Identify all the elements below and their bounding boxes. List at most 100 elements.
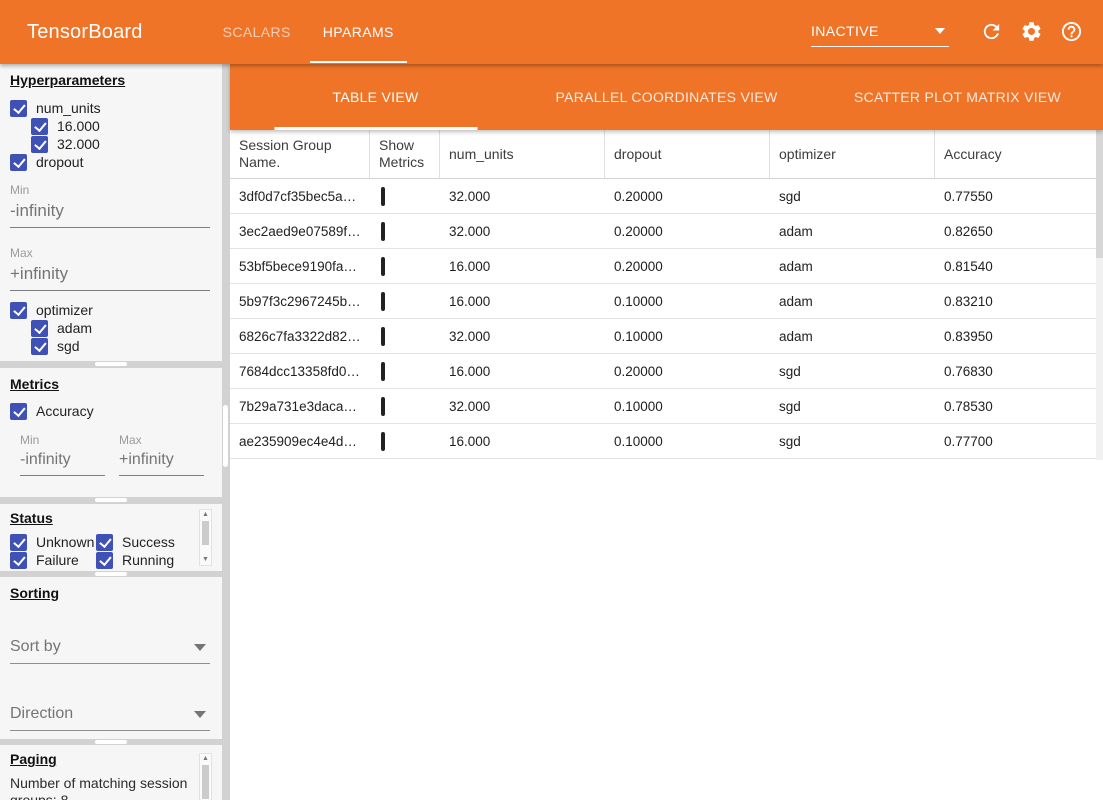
show-metrics-checkbox[interactable]	[381, 432, 385, 451]
session-group-name: 53bf5bece9190fa…	[230, 259, 370, 274]
status-failure: Failure	[10, 551, 96, 569]
col-accuracy: Accuracy	[935, 130, 1103, 178]
col-num-units: num_units	[440, 130, 605, 178]
hyperparameters-panel: Hyperparameters num_units 16.000 32.000 …	[0, 64, 222, 361]
show-metrics-checkbox[interactable]	[381, 257, 385, 276]
dropout-checkbox[interactable]	[10, 154, 27, 171]
running-checkbox[interactable]	[96, 552, 113, 569]
table-scrollbar[interactable]	[1096, 130, 1103, 460]
value-32-checkbox[interactable]	[31, 136, 48, 153]
resize-handle-icon	[223, 405, 228, 467]
show-metrics-checkbox[interactable]	[381, 222, 385, 241]
chevron-down-icon	[935, 28, 945, 34]
dropout-max-input[interactable]	[10, 262, 210, 291]
help-icon	[1060, 31, 1083, 46]
tab-hparams[interactable]: HPARAMS	[310, 0, 407, 64]
dropout-value: 0.20000	[605, 259, 770, 274]
table-row: 3df0d7cf35bec5a… 32.000 0.20000 sgd 0.77…	[230, 179, 1103, 214]
settings-button[interactable]	[1019, 20, 1043, 44]
dropout-min-input[interactable]	[10, 199, 210, 228]
tab-table-view[interactable]: TABLE VIEW	[230, 64, 521, 130]
sidebar-resize-divider[interactable]	[222, 64, 230, 800]
sorting-panel: Sorting Sort by Direction	[0, 577, 222, 739]
show-metrics-checkbox[interactable]	[381, 397, 385, 416]
col-session-group-name: Session Group Name.	[230, 130, 370, 178]
hparam-value-adam: adam	[31, 319, 212, 337]
resize-handle-icon	[95, 362, 127, 366]
panel-resize-divider[interactable]	[0, 497, 222, 504]
session-group-name: 3ec2aed9e07589f…	[230, 224, 370, 239]
success-checkbox[interactable]	[96, 534, 113, 551]
tab-parallel-coordinates-view[interactable]: PARALLEL COORDINATES VIEW	[521, 64, 812, 130]
scroll-thumb[interactable]	[202, 765, 209, 799]
status-success: Success	[96, 533, 212, 551]
accuracy-max-input[interactable]	[119, 449, 204, 476]
dropout-value: 0.20000	[605, 224, 770, 239]
scroll-up-icon[interactable]: ▲	[200, 754, 211, 764]
metrics-panel: Metrics Accuracy Min Max	[0, 368, 222, 497]
show-metrics-checkbox[interactable]	[381, 362, 385, 381]
status-unknown: Unknown	[10, 533, 96, 551]
scroll-thumb[interactable]	[202, 521, 209, 545]
paging-heading: Paging	[10, 751, 212, 767]
optimizer-value: sgd	[770, 189, 935, 204]
failure-checkbox[interactable]	[10, 552, 27, 569]
unknown-checkbox[interactable]	[10, 534, 27, 551]
optimizer-checkbox[interactable]	[10, 302, 27, 319]
direction-dropdown[interactable]: Direction	[10, 705, 210, 731]
paging-scrollbar[interactable]: ▲	[199, 753, 212, 800]
col-optimizer: optimizer	[770, 130, 935, 178]
table-row: ae235909ec4e4d… 16.000 0.10000 sgd 0.777…	[230, 424, 1103, 459]
metric-accuracy: Accuracy	[10, 402, 212, 420]
accuracy-value: 0.83950	[935, 329, 1103, 344]
paging-panel: Paging Number of matching session groups…	[0, 745, 222, 800]
scroll-down-icon[interactable]: ▼	[200, 555, 211, 565]
dashboard-tabs: SCALARS HPARAMS	[207, 0, 410, 64]
accuracy-value: 0.82650	[935, 224, 1103, 239]
resize-handle-icon	[95, 572, 127, 576]
session-group-name: 7b29a731e3daca…	[230, 399, 370, 414]
app-title: TensorBoard	[27, 21, 143, 44]
tab-scalars[interactable]: SCALARS	[210, 0, 304, 64]
num-units-value: 16.000	[440, 294, 605, 309]
accuracy-value: 0.83210	[935, 294, 1103, 309]
hparam-num-units: num_units	[10, 99, 212, 117]
table-row: 3ec2aed9e07589f… 32.000 0.20000 adam 0.8…	[230, 214, 1103, 249]
scroll-up-icon[interactable]: ▲	[200, 510, 211, 520]
show-metrics-checkbox[interactable]	[381, 292, 385, 311]
topbar: TensorBoard SCALARS HPARAMS INACTIVE	[0, 0, 1103, 64]
accuracy-value: 0.81540	[935, 259, 1103, 274]
session-group-name: 6826c7fa3322d82…	[230, 329, 370, 344]
accuracy-value: 0.77700	[935, 434, 1103, 449]
value-16-checkbox[interactable]	[31, 118, 48, 135]
show-metrics-checkbox[interactable]	[381, 187, 385, 206]
help-button[interactable]	[1059, 20, 1083, 44]
accuracy-checkbox[interactable]	[10, 403, 27, 420]
sgd-checkbox[interactable]	[31, 338, 48, 355]
dropout-value: 0.20000	[605, 189, 770, 204]
tab-scatter-plot-matrix-view[interactable]: SCATTER PLOT MATRIX VIEW	[812, 64, 1103, 130]
num-units-value: 32.000	[440, 329, 605, 344]
optimizer-value: adam	[770, 329, 935, 344]
table-row: 53bf5bece9190fa… 16.000 0.20000 adam 0.8…	[230, 249, 1103, 284]
optimizer-value: adam	[770, 294, 935, 309]
status-dropdown[interactable]: INACTIVE	[811, 23, 949, 47]
optimizer-value: adam	[770, 224, 935, 239]
dropout-value: 0.20000	[605, 364, 770, 379]
show-metrics-checkbox[interactable]	[381, 327, 385, 346]
num-units-checkbox[interactable]	[10, 100, 27, 117]
table-row: 7684dcc13358fd0… 16.000 0.20000 sgd 0.76…	[230, 354, 1103, 389]
adam-checkbox[interactable]	[31, 320, 48, 337]
refresh-button[interactable]	[979, 20, 1003, 44]
panel-resize-divider[interactable]	[0, 361, 222, 368]
hyperparameters-heading: Hyperparameters	[10, 72, 212, 88]
scroll-thumb[interactable]	[1096, 130, 1103, 258]
gear-icon	[1020, 31, 1043, 46]
accuracy-min-input[interactable]	[20, 449, 105, 476]
dropout-value: 0.10000	[605, 399, 770, 414]
sort-by-dropdown[interactable]: Sort by	[10, 638, 210, 664]
num-units-value: 16.000	[440, 259, 605, 274]
session-group-name: ae235909ec4e4d…	[230, 434, 370, 449]
status-scrollbar[interactable]: ▲ ▼	[199, 509, 212, 566]
optimizer-value: adam	[770, 259, 935, 274]
